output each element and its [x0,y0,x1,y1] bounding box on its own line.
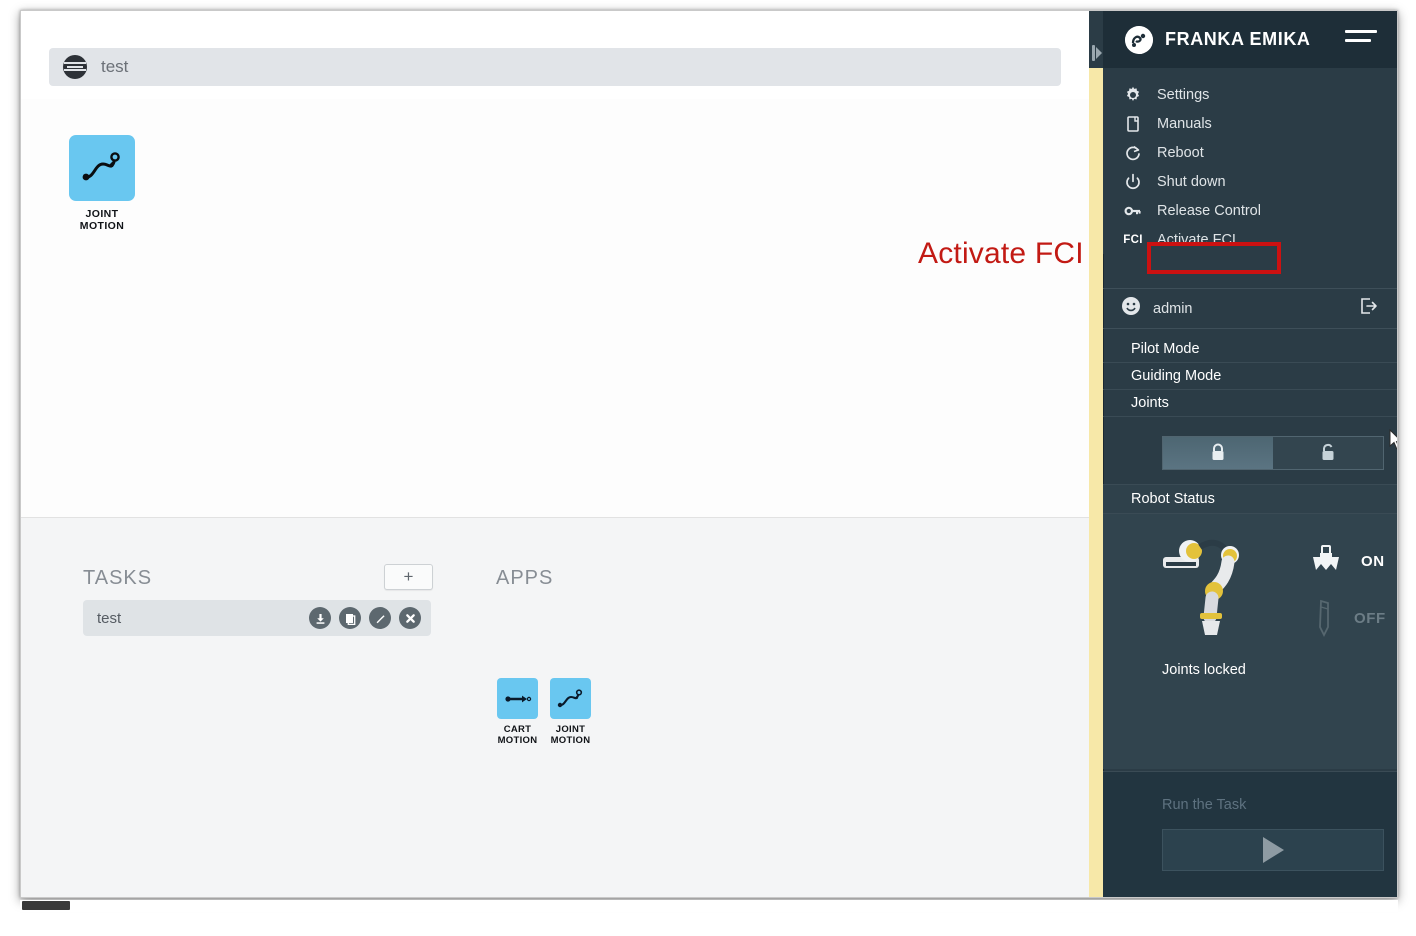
task-name: test [97,609,122,627]
gear-icon [1121,84,1145,106]
tool-pen-icon [1314,599,1338,644]
account-name: admin [1153,300,1193,317]
download-icon[interactable] [309,607,331,629]
joint-lock-toggle[interactable] [1162,436,1384,470]
run-task-button[interactable] [1162,829,1384,871]
sidebar-item-activate-fci[interactable]: FCI Activate FCI [1103,225,1397,254]
sidebar-item-label: Shut down [1157,173,1226,190]
program-canvas[interactable] [21,99,1089,518]
robot-arm-image [1160,529,1270,654]
robot-status-title: Robot Status [1103,484,1397,514]
sidebar-item-settings[interactable]: Settings [1103,80,1397,109]
app-tile-cart-motion[interactable]: CART MOTION [497,678,538,746]
sidebar-item-manuals[interactable]: Manuals [1103,109,1397,138]
sidebar-item-label: Release Control [1157,202,1261,219]
app-tile-label: CART MOTION [497,724,538,746]
key-icon [1121,200,1145,222]
joints-locked-status: Joints locked [1162,662,1246,678]
power-icon [1121,171,1145,193]
sidebar-item-label: Activate FCI [1157,231,1236,248]
book-icon [1121,113,1145,135]
horizontal-scrollbar-thumb[interactable] [22,901,70,910]
padlock-locked-icon[interactable] [1163,437,1273,469]
screenshot-root: test JOINT MOTION TASKS APPS + test CART… [0,0,1416,936]
breadcrumb-task-name: test [101,57,129,76]
sidebar-accent-strip [1089,68,1104,897]
horizontal-scrollbar-track[interactable] [20,900,1398,912]
sidebar-item-label: Reboot [1157,144,1204,161]
gripper-icon [1309,544,1343,583]
cart-motion-icon [497,678,538,719]
apps-section-title: APPS [496,567,554,589]
add-task-button[interactable]: + [384,564,433,590]
app-tile-joint-motion[interactable]: JOINT MOTION [550,678,591,746]
play-icon [1262,837,1284,863]
sidebar-item-label: Settings [1157,86,1210,103]
gripper-state-label: ON [1361,553,1385,570]
fci-badge-icon: FCI [1121,229,1145,251]
sidebar-item-shutdown[interactable]: Shut down [1103,167,1397,196]
avatar-icon [1121,296,1141,321]
brand-name: FRANKA EMIKA [1165,29,1311,49]
sidebar-collapse-handle[interactable] [1092,43,1102,63]
sidebar-item-guiding-mode[interactable]: Guiding Mode [1103,363,1397,390]
edit-icon[interactable] [369,607,391,629]
mouse-cursor [1389,428,1397,451]
main-content-pane: test JOINT MOTION TASKS APPS + test CART… [21,11,1089,897]
franka-logo-icon [1125,25,1153,54]
canvas-block-joint-motion[interactable]: JOINT MOTION [69,135,135,232]
tasks-section-title: TASKS [83,567,153,589]
reboot-icon [1121,142,1145,164]
account-row[interactable]: admin [1103,288,1397,329]
app-tile-label: JOINT MOTION [550,724,591,746]
logout-icon[interactable] [1359,296,1379,321]
sidebar-item-label: Manuals [1157,115,1212,132]
run-task-label: Run the Task [1162,797,1247,813]
sidebar-item-reboot[interactable]: Reboot [1103,138,1397,167]
duplicate-icon[interactable] [339,607,361,629]
canvas-block-label: JOINT MOTION [79,208,125,232]
joint-motion-icon [69,135,135,201]
delete-icon[interactable] [399,607,421,629]
tool-state-label: OFF [1354,610,1386,627]
sidebar-item-pilot-mode[interactable]: Pilot Mode [1103,336,1397,363]
breadcrumb-bar[interactable]: test [49,48,1061,86]
sidebar-menu-list: Settings Manuals Reboot Shut down Releas… [1103,68,1397,254]
sidebar-item-joints[interactable]: Joints [1103,390,1397,417]
sidebar-header: FRANKA EMIKA [1103,11,1397,68]
sidebar-item-release-control[interactable]: Release Control [1103,196,1397,225]
globe-icon [63,55,87,79]
task-row[interactable]: test [83,600,431,636]
fci-badge-text: FCI [1123,233,1143,246]
joint-motion-icon [550,678,591,719]
application-window: test JOINT MOTION TASKS APPS + test CART… [20,10,1398,898]
padlock-unlocked-icon[interactable] [1273,437,1383,469]
annotation-activate-fci: Activate FCI [918,237,1084,270]
hamburger-menu-icon[interactable] [1345,30,1377,48]
